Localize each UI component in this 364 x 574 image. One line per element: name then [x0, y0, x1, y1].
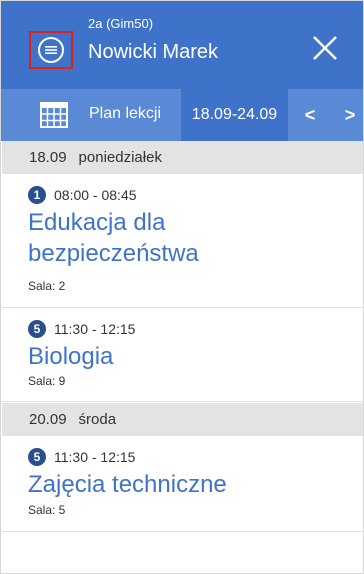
lesson-subject: Biologia [28, 341, 113, 372]
day-header: 18.09 poniedziałek [2, 141, 363, 174]
lesson-time: 11:30 - 12:15 [54, 449, 136, 465]
lesson-subject: Zajęcia techniczne [28, 469, 227, 500]
day-header: 20.09 środa [2, 403, 363, 436]
lesson-item[interactable]: 5 11:30 - 12:15 Biologia Sala: 9 [2, 308, 363, 402]
lesson-time: 08:00 - 08:45 [54, 187, 137, 203]
lesson-time: 11:30 - 12:15 [54, 321, 136, 337]
date-range-button[interactable]: 18.09-24.09 [181, 89, 288, 141]
app-header: 2a (Gim50) Nowicki Marek [1, 1, 363, 89]
student-name: Nowicki Marek [88, 41, 219, 63]
lesson-room: Sala: 5 [28, 503, 66, 517]
close-button[interactable] [310, 33, 340, 63]
lesson-subject-line: Zajęcia techniczne [28, 471, 227, 498]
lesson-item[interactable]: 1 08:00 - 08:45 Edukacja dla bezpieczeńs… [2, 174, 363, 308]
prev-week-button[interactable]: < [291, 89, 329, 141]
day-weekday: środa [78, 411, 117, 428]
lesson-number-badge: 5 [28, 320, 46, 338]
next-week-button[interactable]: > [331, 89, 363, 141]
lesson-number-badge: 1 [28, 186, 46, 204]
app-frame: 2a (Gim50) Nowicki Marek Plan lekcji 18.… [0, 0, 364, 574]
lesson-room: Sala: 9 [28, 374, 66, 388]
schedule-toolbar: Plan lekcji 18.09-24.09 < > [1, 89, 363, 141]
menu-button[interactable] [29, 31, 73, 69]
menu-icon [38, 37, 64, 63]
day-weekday: poniedziałek [78, 149, 162, 166]
day-date: 18.09 [29, 149, 67, 166]
lesson-subject: Edukacja dla bezpieczeństwa [28, 207, 199, 269]
lesson-room: Sala: 2 [28, 279, 66, 293]
lesson-item[interactable]: 5 11:30 - 12:15 Zajęcia techniczne Sala:… [2, 436, 363, 532]
calendar-button[interactable] [39, 101, 69, 129]
close-icon [313, 36, 337, 60]
calendar-icon [40, 102, 68, 128]
lesson-subject-line: Biologia [28, 343, 114, 370]
class-label: 2a (Gim50) [88, 16, 154, 31]
lesson-number-badge: 5 [28, 448, 46, 466]
lesson-subject-line: Edukacja dla [28, 209, 166, 236]
day-date: 20.09 [29, 411, 67, 428]
plan-label: Plan lekcji [89, 105, 162, 122]
lesson-subject-line: bezpieczeństwa [28, 240, 199, 267]
